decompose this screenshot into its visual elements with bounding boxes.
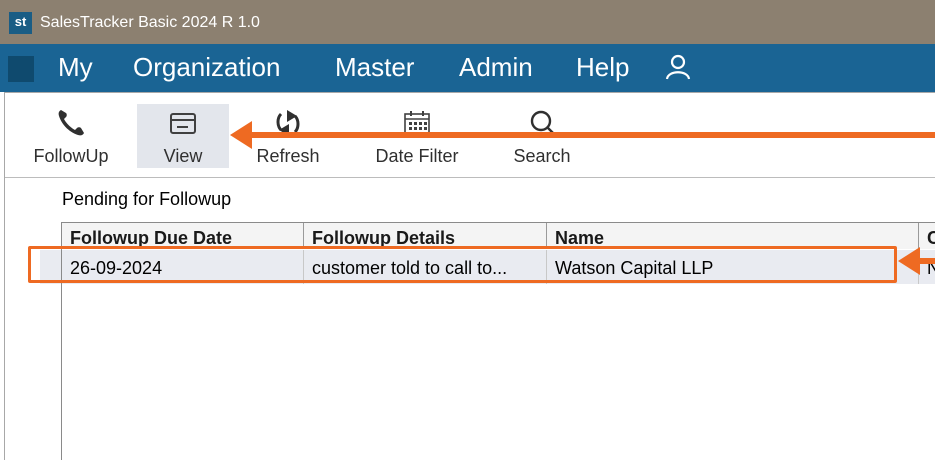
arrowhead-left-row	[898, 247, 920, 275]
followup-button[interactable]: FollowUp	[26, 104, 116, 168]
menu-square	[8, 56, 34, 82]
menu-my[interactable]: My	[58, 44, 93, 92]
arrow-shaft-toolbar	[250, 132, 935, 138]
app-logo: st	[9, 12, 32, 34]
search-label: Search	[513, 146, 571, 166]
column-header-c[interactable]: C	[919, 223, 935, 249]
followup-label: FollowUp	[33, 146, 109, 166]
section-title: Pending for Followup	[62, 189, 232, 209]
toolbar-divider	[5, 177, 935, 178]
title-bar: st SalesTracker Basic 2024 R 1.0	[0, 0, 935, 44]
date-filter-label: Date Filter	[375, 146, 459, 166]
menu-help[interactable]: Help	[576, 44, 629, 92]
window-title: SalesTracker Basic 2024 R 1.0	[40, 14, 260, 31]
view-label: View	[163, 146, 203, 166]
refresh-label: Refresh	[256, 146, 320, 166]
view-button[interactable]: View	[137, 104, 229, 168]
menu-admin[interactable]: Admin	[459, 44, 533, 92]
user-icon[interactable]	[665, 54, 691, 80]
menu-master[interactable]: Master	[335, 44, 414, 92]
phone-icon	[58, 110, 84, 136]
arrowhead-left-toolbar	[230, 121, 252, 149]
card-icon	[170, 113, 196, 134]
table-row-c[interactable]: N	[919, 250, 935, 284]
arrow-shaft-row	[918, 258, 935, 264]
menu-organization[interactable]: Organization	[133, 44, 280, 92]
highlight-box	[28, 246, 897, 283]
menu-bar: My Organization Master Admin Help	[0, 44, 935, 92]
